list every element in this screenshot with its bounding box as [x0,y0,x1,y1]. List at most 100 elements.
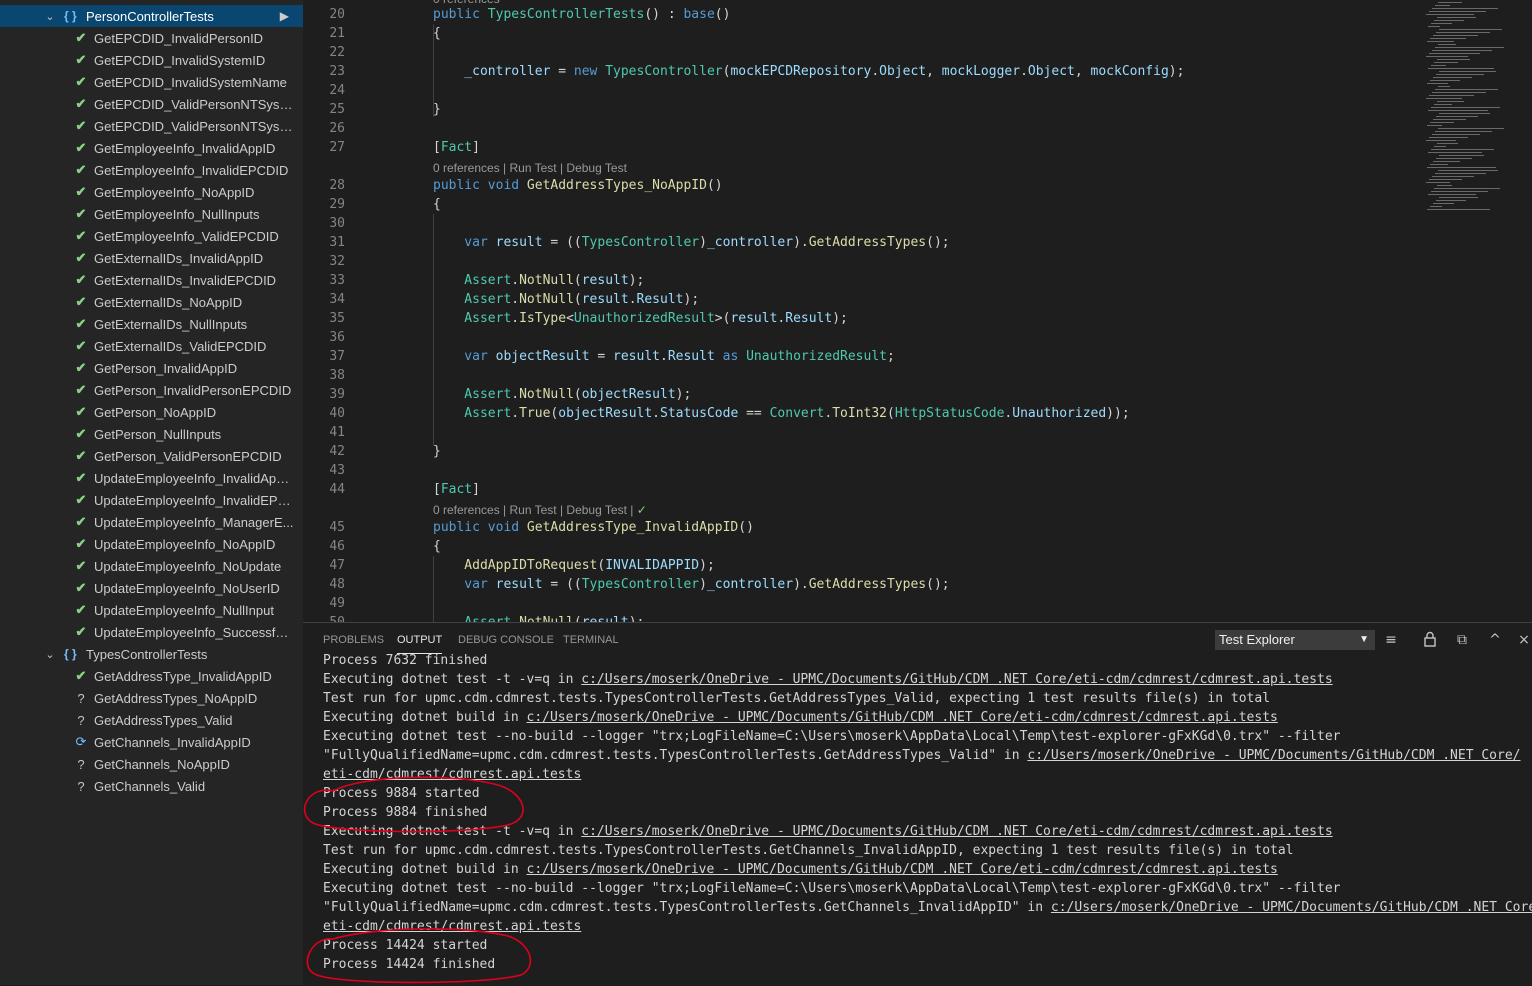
code-token: mockConfig [1090,64,1169,79]
minimap-stroke [1427,167,1496,168]
test-item[interactable]: ✔ GetEmployeeInfo_InvalidAppID [0,137,303,159]
code-text: Assert.NotNull(result); [433,613,644,622]
test-item[interactable]: ✔ GetEPCDID_InvalidSystemID [0,49,303,71]
test-item[interactable]: ✔ GetPerson_ValidPersonEPCDID [0,445,303,467]
code-token: = [589,349,614,364]
minimap-stroke [1427,83,1448,84]
tree-group-types-controller-tests[interactable]: ⌄ { } TypesControllerTests [0,643,303,665]
output-channel-select[interactable]: Test Explorer ▼ [1215,630,1375,650]
output-path-link[interactable]: c:/Users/moserk/OneDrive - UPMC/Document… [1051,900,1532,915]
test-item-label: GetEPCDID_ValidPersonNTSyste... [94,96,294,112]
minimap-stroke [1429,137,1468,138]
output-path-link[interactable]: c:/Users/moserk/OneDrive - UPMC/Document… [527,710,1278,725]
test-passed-check-icon: ✓ [636,503,647,517]
test-item[interactable]: ✔ UpdateEmployeeInfo_NoUpdate [0,555,303,577]
test-item-label: GetAddressTypes_Valid [94,712,233,728]
test-passed-icon: ✔ [75,404,87,419]
test-item[interactable]: ✔ UpdateEmployeeInfo_NoAppID [0,533,303,555]
test-item-label: GetExternalIDs_NullInputs [94,316,248,332]
test-item[interactable]: ✔ GetEmployeeInfo_NullInputs [0,203,303,225]
test-item[interactable]: ✔ GetPerson_InvalidPersonEPCDID [0,379,303,401]
output-path-link[interactable]: eti-cdm/cdmrest/cdmrest.api.tests [323,919,581,934]
test-item[interactable]: ✔ GetEPCDID_InvalidPersonID [0,27,303,49]
minimap-stroke [1433,161,1460,162]
test-item[interactable]: ✔ GetPerson_NullInputs [0,423,303,445]
test-item[interactable]: ✔ GetEPCDID_ValidPersonNTSyste... [0,115,303,137]
test-item[interactable]: ✔ GetEPCDID_ValidPersonNTSyste... [0,93,303,115]
output-path-link[interactable]: c:/Users/moserk/OneDrive - UPMC/Document… [527,862,1278,877]
output-path-link[interactable]: c:/Users/moserk/OneDrive - UPMC/Document… [581,672,1332,687]
codelens-run-debug[interactable]: 0 references | Run Test | Debug Test [433,160,627,177]
codelens-run-debug[interactable]: 0 references | Run Test | Debug Test | ✓ [433,502,647,519]
test-item-label: GetEPCDID_InvalidPersonID [94,30,264,46]
test-item[interactable]: ✔ UpdateEmployeeInfo_Successful... [0,621,303,643]
test-item[interactable]: ✔ UpdateEmployeeInfo_ManagerE... [0,511,303,533]
code-token: Result [667,349,715,364]
minimap-stroke [1434,20,1464,21]
maximize-panel-icon[interactable]: ^ [1486,631,1504,649]
test-item[interactable]: ✔ UpdateEmployeeInfo_InvalidApp... [0,467,303,489]
test-item[interactable]: ? GetAddressTypes_NoAppID [0,687,303,709]
test-item[interactable]: ✔ GetExternalIDs_NullInputs [0,313,303,335]
code-token: Object [879,64,927,79]
test-item[interactable]: ✔ GetAddressType_InvalidAppID [0,665,303,687]
test-item[interactable]: ✔ GetExternalIDs_InvalidAppID [0,247,303,269]
test-item[interactable]: ✔ GetExternalIDs_ValidEPCDID [0,335,303,357]
minimap-stroke [1427,41,1454,42]
code-text: [Fact] [433,480,480,499]
code-token: INVALIDAPPID [605,558,700,573]
code-token: () [738,520,754,535]
code-token: { [433,197,441,212]
code-token: Object [1027,64,1075,79]
minimap-stroke [1438,128,1504,129]
test-item[interactable]: ✔ GetExternalIDs_NoAppID [0,291,303,313]
line-number: 34 [329,292,345,307]
copy-icon[interactable]: ⧉ [1453,631,1471,649]
minimap-stroke [1434,62,1458,63]
test-item[interactable]: ✔ GetPerson_NoAppID [0,401,303,423]
test-passed-icon: ✔ [75,426,87,441]
code-text: public void GetAddressTypes_NoAppID() [433,176,723,195]
test-item[interactable]: ✔ GetExternalIDs_InvalidEPCDID [0,269,303,291]
test-item[interactable]: ✔ GetEPCDID_InvalidSystemName [0,71,303,93]
test-item[interactable]: ✔ GetEmployeeInfo_InvalidEPCDID [0,159,303,181]
test-item[interactable]: ✔ UpdateEmployeeInfo_NoUserID [0,577,303,599]
code-token: ) [699,235,707,250]
tree-group-person-controller-tests[interactable]: ⌄ { } PersonControllerTests ▶ [0,5,303,27]
run-tests-icon[interactable]: ▶ [280,9,289,23]
minimap-stroke [1434,104,1452,105]
chevron-down-icon[interactable]: ⌄ [44,648,56,661]
test-item[interactable]: ? GetChannels_Valid [0,775,303,797]
test-item[interactable]: ✔ GetEmployeeInfo_ValidEPCDID [0,225,303,247]
lock-scroll-icon[interactable] [1421,631,1439,649]
test-item[interactable]: ? GetChannels_NoAppID [0,753,303,775]
minimap[interactable] [1418,0,1528,215]
line-number: 32 [329,254,345,269]
code-token: () [706,178,723,193]
close-panel-icon[interactable]: × [1515,631,1532,649]
line-number: 24 [329,83,345,98]
code-text: var result = ((TypesController)_controll… [433,233,949,252]
test-item[interactable]: ✔ UpdateEmployeeInfo_NullInput [0,599,303,621]
clear-output-icon[interactable]: ≡ [1382,631,1400,649]
namespace-braces-icon: { } [64,9,77,23]
output-path-link[interactable]: c:/Users/moserk/OneDrive - UPMC/Document… [1027,748,1520,763]
line-number: 38 [329,368,345,383]
test-item[interactable]: ✔ UpdateEmployeeInfo_InvalidEPC... [0,489,303,511]
tab-terminal[interactable]: TERMINAL [563,623,619,657]
code-text: { [433,195,441,214]
test-item[interactable]: ✔ GetEmployeeInfo_NoAppID [0,181,303,203]
code-token: GetAddressType_InvalidAppID [526,520,739,535]
test-item[interactable]: ? GetAddressTypes_Valid [0,709,303,731]
output-path-link[interactable]: eti-cdm/cdmrest/cdmrest.api.tests [323,767,581,782]
test-item[interactable]: ⟳ GetChannels_InvalidAppID [0,731,303,753]
output-line: eti-cdm/cdmrest/cdmrest.api.tests [323,917,581,936]
code-editor[interactable]: 0 references 20public TypesControllerTes… [303,0,1532,622]
output-path-link[interactable]: c:/Users/moserk/OneDrive - UPMC/Document… [581,824,1332,839]
tab-output[interactable]: OUTPUT [397,623,443,654]
tree-group-label: TypesControllerTests [86,646,208,662]
test-item[interactable]: ✔ GetPerson_InvalidAppID [0,357,303,379]
chevron-down-icon[interactable]: ⌄ [44,10,56,23]
code-token: mockEPCDRepository [730,64,872,79]
test-explorer-sidebar: ⌄ { } PersonControllerTests ▶ ✔ GetEPCDID… [0,0,303,985]
